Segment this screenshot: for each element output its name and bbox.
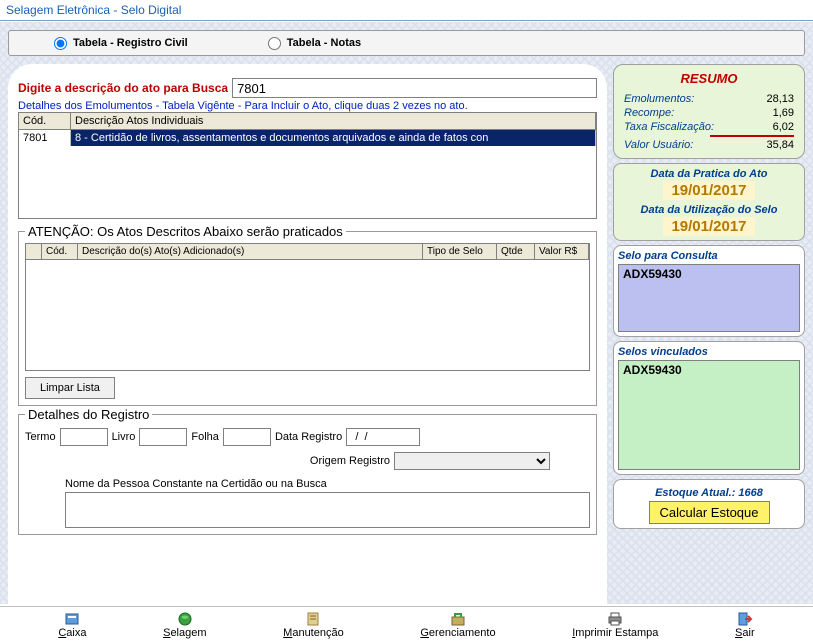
toolbar-imprimir[interactable]: Imprimir Estampa: [572, 611, 658, 639]
grid1-cell-desc: 8 - Certidão de livros, assentamentos e …: [71, 130, 596, 146]
toolbar-sair-label: Sair: [735, 627, 755, 639]
selo-vinculados-box: Selos vinculados ADX59430: [613, 341, 805, 475]
valor-label: Valor Usuário:: [624, 139, 693, 151]
printer-icon: [607, 611, 623, 627]
grid1-header-desc: Descrição Atos Individuais: [71, 113, 596, 129]
limpar-lista-button[interactable]: Limpar Lista: [25, 377, 115, 399]
radio-civil[interactable]: [54, 37, 67, 50]
tab-strip: Tabela - Registro Civil Tabela - Notas: [8, 30, 805, 56]
selo-consulta-label: Selo para Consulta: [618, 250, 800, 262]
data-util-label: Data da Utilização do Selo: [618, 204, 800, 216]
toolbar-gerenciamento-label: Gerenciamento: [420, 627, 495, 639]
toolbar-selagem-label: Selagem: [163, 627, 206, 639]
selo-consulta-box: Selo para Consulta ADX59430: [613, 245, 805, 337]
grid1-cell-cod: 7801: [19, 130, 71, 146]
folha-label: Folha: [191, 431, 219, 443]
toolbar-manutencao-label: Manutenção: [283, 627, 344, 639]
toolbar-manutencao[interactable]: Manutenção: [283, 611, 344, 639]
livro-label: Livro: [112, 431, 136, 443]
g2h3: Tipo de Selo: [423, 244, 497, 259]
search-label: Digite a descrição do ato para Busca: [18, 81, 228, 95]
tab-notas[interactable]: Tabela - Notas: [268, 37, 361, 50]
search-input[interactable]: [232, 78, 597, 98]
selo-vinc-label: Selos vinculados: [618, 346, 800, 358]
resumo-panel: RESUMO Emolumentos: 28,13 Recompe: 1,69 Ta…: [613, 64, 805, 159]
termo-label: Termo: [25, 431, 56, 443]
data-util-value[interactable]: 19/01/2017: [663, 217, 754, 236]
selagem-icon: [177, 611, 193, 627]
origem-combo[interactable]: [394, 452, 550, 470]
selo-consulta-area[interactable]: ADX59430: [618, 264, 800, 332]
toolbar-gerenciamento[interactable]: Gerenciamento: [420, 611, 495, 639]
termo-input[interactable]: [60, 428, 108, 446]
recompe-label: Recompe:: [624, 107, 674, 119]
search-subnote: Detalhes dos Emolumentos - Tabela Vigênt…: [18, 100, 597, 112]
atencao-legend: ATENÇÃO: Os Atos Descritos Abaixo serão …: [25, 224, 346, 239]
window-title: Selagem Eletrônica - Selo Digital: [0, 0, 813, 21]
folha-input[interactable]: [223, 428, 271, 446]
exit-icon: [737, 611, 753, 627]
tab-notas-label: Tabela - Notas: [287, 37, 361, 49]
gerenciamento-icon: [450, 611, 466, 627]
detalhes-legend: Detalhes do Registro: [25, 407, 152, 422]
nome-label: Nome da Pessoa Constante na Certidão ou …: [65, 478, 327, 490]
nome-input[interactable]: [65, 492, 590, 528]
bottom-toolbar: Caixa Selagem Manutenção Gerenciamento I…: [0, 606, 813, 642]
detalhes-fieldset: Detalhes do Registro Termo Livro Folha D…: [18, 414, 597, 535]
emol-label: Emolumentos:: [624, 93, 694, 105]
tab-registro-civil[interactable]: Tabela - Registro Civil: [54, 37, 188, 50]
livro-input[interactable]: [139, 428, 187, 446]
g2h5: Valor R$: [535, 244, 589, 259]
resumo-divider: [710, 135, 794, 137]
main-panel: Digite a descrição do ato para Busca Det…: [8, 64, 607, 628]
toolbar-selagem[interactable]: Selagem: [163, 611, 206, 639]
g2h2: Descrição do(s) Ato(s) Adicionado(s): [78, 244, 423, 259]
stock-label: Estoque Atual.: 1668: [618, 484, 800, 499]
tab-civil-label: Tabela - Registro Civil: [73, 37, 188, 49]
taxa-label: Taxa Fiscalização:: [624, 121, 714, 133]
atencao-fieldset: ATENÇÃO: Os Atos Descritos Abaixo serão …: [18, 231, 597, 406]
resumo-title: RESUMO: [620, 71, 798, 86]
stock-box: Estoque Atual.: 1668 Calcular Estoque: [613, 479, 805, 529]
selo-vinc-area[interactable]: ADX59430: [618, 360, 800, 470]
emol-value: 28,13: [748, 93, 794, 105]
g2h1: Cód.: [42, 244, 78, 259]
grid1-header-cod: Cód.: [19, 113, 71, 129]
toolbar-imprimir-label: Imprimir Estampa: [572, 627, 658, 639]
grid1-row[interactable]: 7801 8 - Certidão de livros, assentament…: [19, 130, 596, 146]
manutencao-icon: [305, 611, 321, 627]
radio-notas[interactable]: [268, 37, 281, 50]
data-registro-input[interactable]: [346, 428, 420, 446]
data-pratica-label: Data da Pratica do Ato: [618, 168, 800, 180]
background: Tabela - Registro Civil Tabela - Notas D…: [0, 22, 813, 604]
calcular-estoque-button[interactable]: Calcular Estoque: [649, 501, 770, 524]
data-registro-label: Data Registro: [275, 431, 342, 443]
g2h0: [26, 244, 42, 259]
toolbar-sair[interactable]: Sair: [735, 611, 755, 639]
data-pratica-value[interactable]: 19/01/2017: [663, 181, 754, 200]
emolumentos-grid[interactable]: Cód. Descrição Atos Individuais 7801 8 -…: [18, 112, 597, 219]
taxa-value: 6,02: [748, 121, 794, 133]
atos-grid[interactable]: Cód. Descrição do(s) Ato(s) Adicionado(s…: [25, 243, 590, 371]
g2h4: Qtde: [497, 244, 535, 259]
data-pratica-box: Data da Pratica do Ato 19/01/2017 Data d…: [613, 163, 805, 241]
toolbar-caixa-label: Caixa: [58, 627, 86, 639]
valor-value: 35,84: [748, 139, 794, 151]
origem-label: Origem Registro: [310, 455, 390, 467]
caixa-icon: [64, 611, 80, 627]
toolbar-caixa[interactable]: Caixa: [58, 611, 86, 639]
recompe-value: 1,69: [748, 107, 794, 119]
